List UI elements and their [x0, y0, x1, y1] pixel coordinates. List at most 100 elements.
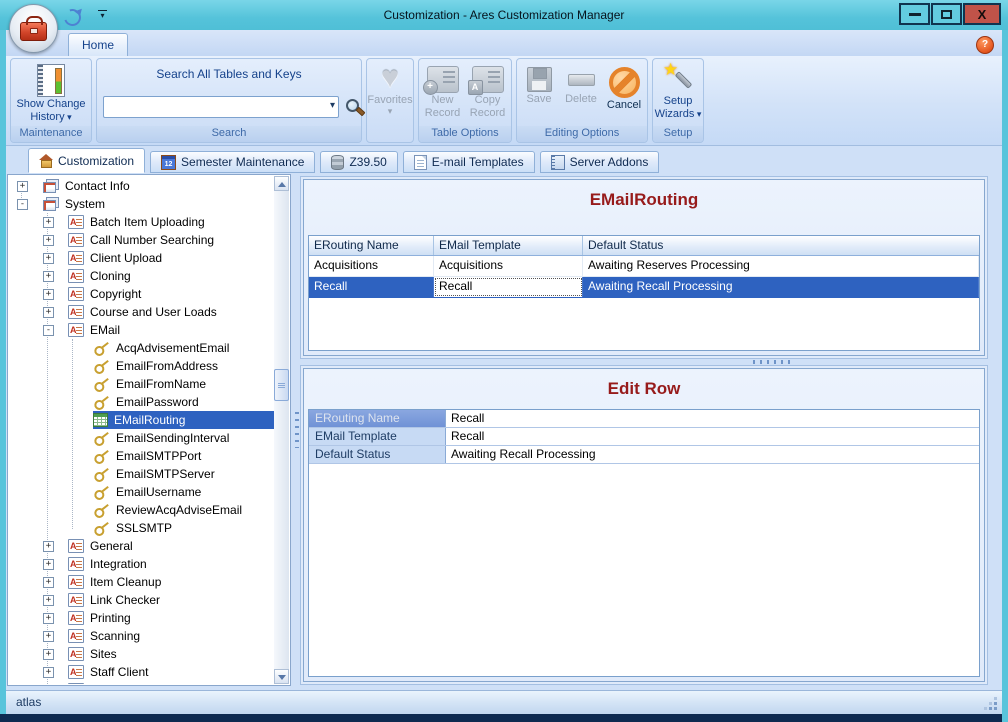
- cell-email-template[interactable]: Acquisitions: [434, 256, 583, 276]
- group-caption-maintenance: Maintenance: [11, 126, 91, 142]
- maximize-button[interactable]: [931, 3, 962, 25]
- column-header[interactable]: Default Status: [583, 236, 979, 255]
- tree-scrollbar[interactable]: [274, 176, 289, 684]
- column-header[interactable]: EMail Template: [434, 236, 583, 255]
- tree-item[interactable]: + Sites: [9, 645, 274, 663]
- toolbox-icon: [20, 22, 47, 41]
- quick-access-dropdown-icon[interactable]: ▾: [98, 10, 107, 20]
- tree-expander[interactable]: +: [43, 307, 54, 318]
- horizontal-splitter[interactable]: [303, 356, 985, 368]
- tree-expander[interactable]: +: [43, 559, 54, 570]
- edit-field-value[interactable]: Recall: [446, 428, 979, 445]
- document-tab[interactable]: Customization: [28, 148, 145, 173]
- tree-item[interactable]: EmailUsername: [9, 483, 274, 501]
- tree-item[interactable]: + Integration: [9, 555, 274, 573]
- scroll-up-button[interactable]: [274, 176, 289, 191]
- tree-item[interactable]: ReviewAcqAdviseEmail: [9, 501, 274, 519]
- document-tab[interactable]: E-mail Templates: [403, 151, 535, 173]
- tree-expander[interactable]: +: [43, 235, 54, 246]
- tree-expander[interactable]: +: [43, 541, 54, 552]
- cell-email-template[interactable]: Recall: [434, 277, 583, 297]
- setup-wizards-button[interactable]: Setup Wizards: [653, 59, 703, 121]
- tree-item[interactable]: + Tags: [9, 681, 274, 684]
- tree-item[interactable]: + Item Cleanup: [9, 573, 274, 591]
- tree-expander[interactable]: +: [43, 577, 54, 588]
- cell-default-status[interactable]: Awaiting Recall Processing: [583, 277, 979, 297]
- cell-default-status[interactable]: Awaiting Reserves Processing: [583, 256, 979, 276]
- tree-item[interactable]: + Copyright: [9, 285, 274, 303]
- tree-item[interactable]: + Staff Client: [9, 663, 274, 681]
- edit-field-value[interactable]: Recall: [446, 410, 979, 427]
- tree-expander[interactable]: +: [43, 631, 54, 642]
- tree-item[interactable]: EmailFromAddress: [9, 357, 274, 375]
- tree-expander[interactable]: +: [43, 649, 54, 660]
- tree-item[interactable]: EmailPassword: [9, 393, 274, 411]
- tree-item[interactable]: + Link Checker: [9, 591, 274, 609]
- document-tab[interactable]: Z39.50: [320, 151, 397, 173]
- document-tab-label: Z39.50: [349, 155, 386, 169]
- edit-field-value[interactable]: Awaiting Recall Processing: [446, 446, 979, 463]
- tree-item[interactable]: - EMail: [9, 321, 274, 339]
- tree-item[interactable]: + Course and User Loads: [9, 303, 274, 321]
- new-record-button[interactable]: + New Record: [420, 59, 465, 120]
- tree-item[interactable]: + Scanning: [9, 627, 274, 645]
- tree-item[interactable]: + Batch Item Uploading: [9, 213, 274, 231]
- tree-expander[interactable]: +: [43, 595, 54, 606]
- tree-expander[interactable]: +: [43, 613, 54, 624]
- heart-icon: ♥: [381, 63, 399, 93]
- tree-expander[interactable]: +: [43, 289, 54, 300]
- scroll-down-button[interactable]: [274, 669, 289, 684]
- vertical-splitter[interactable]: [292, 174, 302, 686]
- tree-expander[interactable]: +: [43, 253, 54, 264]
- tab-home[interactable]: Home: [68, 33, 128, 56]
- cell-erouting-name[interactable]: Acquisitions: [309, 256, 434, 276]
- document-tab[interactable]: 12 Semester Maintenance: [150, 151, 315, 173]
- tree-expander[interactable]: -: [43, 325, 54, 336]
- tree-item[interactable]: EmailSendingInterval: [9, 429, 274, 447]
- search-combobox[interactable]: ▾: [103, 96, 339, 118]
- tree-item[interactable]: EmailSMTPServer: [9, 465, 274, 483]
- save-button[interactable]: Save: [518, 59, 560, 106]
- tree-expander[interactable]: +: [17, 181, 28, 192]
- column-header[interactable]: ERouting Name: [309, 236, 434, 255]
- tree-item[interactable]: - System: [9, 195, 274, 213]
- table-row[interactable]: Acquisitions Acquisitions Awaiting Reser…: [309, 256, 979, 277]
- tree-item[interactable]: + Cloning: [9, 267, 274, 285]
- help-button[interactable]: ?: [976, 36, 994, 54]
- tree-item[interactable]: SSLSMTP: [9, 519, 274, 537]
- tree-item[interactable]: EmailFromName: [9, 375, 274, 393]
- search-magnifier-icon[interactable]: [345, 98, 365, 117]
- favorites-button[interactable]: ♥ Favorites ▾: [367, 59, 413, 116]
- tree-item[interactable]: EMailRouting: [9, 411, 274, 429]
- tree-item[interactable]: EmailSMTPPort: [9, 447, 274, 465]
- copy-record-button[interactable]: A Copy Record: [465, 59, 510, 120]
- delete-button[interactable]: Delete: [560, 59, 602, 106]
- search-input[interactable]: [106, 99, 320, 116]
- table-row[interactable]: Recall Recall Awaiting Recall Processing: [309, 277, 979, 298]
- document-tab[interactable]: Server Addons: [540, 151, 660, 173]
- combo-dropdown-icon[interactable]: ▾: [330, 100, 335, 111]
- cell-erouting-name[interactable]: Recall: [309, 277, 434, 297]
- cancel-button[interactable]: Cancel: [602, 59, 646, 112]
- resize-grip[interactable]: [983, 696, 997, 710]
- document-tab-icon: 12: [161, 155, 176, 170]
- window-title: Customization - Ares Customization Manag…: [120, 8, 888, 22]
- close-button[interactable]: X: [963, 3, 1001, 25]
- refresh-icon[interactable]: [61, 6, 84, 29]
- save-icon: [527, 67, 552, 92]
- tree-item-icon: [42, 179, 59, 193]
- tree-item[interactable]: + General: [9, 537, 274, 555]
- show-change-history-button[interactable]: Show Change History: [12, 59, 90, 124]
- scrollbar-thumb[interactable]: [274, 369, 289, 401]
- tree-expander[interactable]: +: [43, 217, 54, 228]
- tree-expander[interactable]: +: [43, 667, 54, 678]
- tree-item[interactable]: + Printing: [9, 609, 274, 627]
- tree-item[interactable]: + Client Upload: [9, 249, 274, 267]
- tree-expander[interactable]: -: [17, 199, 28, 210]
- tree-item[interactable]: + Call Number Searching: [9, 231, 274, 249]
- tree-item[interactable]: + Contact Info: [9, 177, 274, 195]
- application-menu-button[interactable]: [9, 4, 58, 53]
- minimize-button[interactable]: [899, 3, 930, 25]
- tree-expander[interactable]: +: [43, 271, 54, 282]
- tree-item[interactable]: AcqAdvisementEmail: [9, 339, 274, 357]
